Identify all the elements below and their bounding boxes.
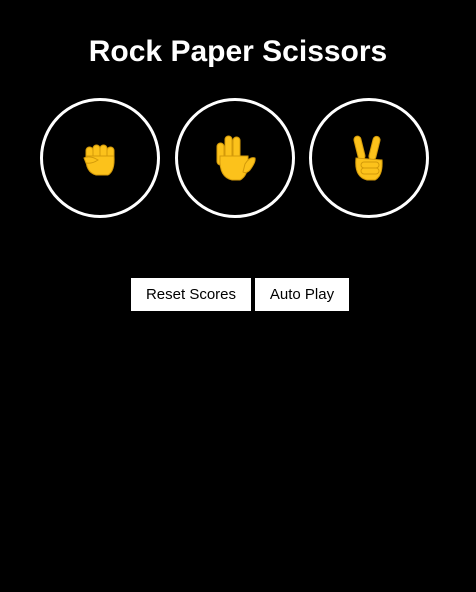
page-title: Rock Paper Scissors xyxy=(88,35,388,68)
raised-hand-icon xyxy=(216,135,256,181)
scissors-button[interactable] xyxy=(309,98,429,218)
paper-button[interactable] xyxy=(175,98,295,218)
rock-button[interactable] xyxy=(40,98,160,218)
reset-scores-button[interactable]: Reset Scores xyxy=(131,278,251,311)
victory-hand-icon xyxy=(353,135,383,181)
auto-play-button[interactable]: Auto Play xyxy=(255,278,349,311)
raised-fist-icon xyxy=(83,144,115,176)
